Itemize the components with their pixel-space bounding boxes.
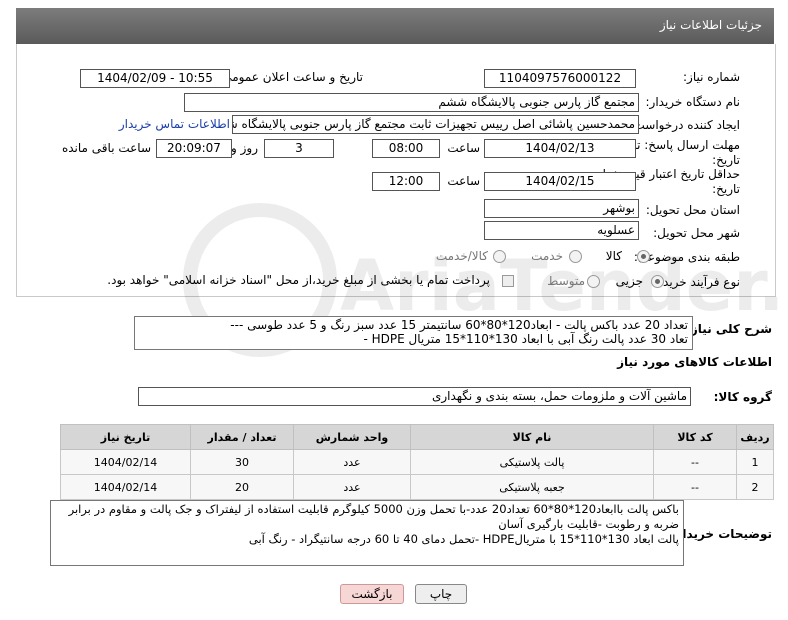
treasury-payment-checkbox[interactable]: [502, 275, 514, 287]
send-time-field: 08:00: [372, 139, 440, 158]
remaining-time-field: 20:09:07: [156, 139, 232, 158]
city-label: شهر محل تحویل:: [653, 226, 740, 240]
need-number-field: 1104097576000122: [484, 69, 636, 88]
items-table: ردیف کد کالا نام کالا واحد شمارش تعداد /…: [60, 424, 774, 500]
goods-group-field: ماشین آلات و ملزومات حمل، بسته بندی و نگ…: [138, 387, 691, 406]
category-option-service: خدمت: [531, 249, 563, 263]
cell-name: پالت پلاستیکی: [410, 449, 654, 475]
payment-note: پرداخت تمام یا بخشی از مبلغ خرید،از محل …: [107, 273, 490, 287]
remaining-time-label: ساعت باقی مانده: [61, 141, 151, 155]
category-radio-service[interactable]: [569, 250, 582, 263]
table-row: 2 -- جعبه پلاستیکی عدد 20 1404/02/14: [60, 474, 774, 500]
description-textarea: تعداد 20 عدد باکس پالت - ابعاد120*80*60 …: [134, 316, 693, 350]
cell-unit: عدد: [293, 474, 411, 500]
cell-date: 1404/02/14: [60, 449, 191, 475]
back-button[interactable]: بازگشت: [340, 584, 404, 604]
col-header-name: نام کالا: [410, 424, 654, 450]
process-radio-minor[interactable]: [651, 275, 664, 288]
cell-unit: عدد: [293, 449, 411, 475]
description-line-1: تعداد 20 عدد باکس پالت - ابعاد120*80*60 …: [230, 318, 688, 332]
process-label: نوع فرآیند خرید :: [655, 275, 740, 289]
buyer-notes-line-2: ضربه و رطوبت -قابلیت بارگیری آسان: [498, 517, 679, 531]
buyer-notes-label: توضیحات خریدار:: [670, 527, 772, 541]
cell-qty: 30: [190, 449, 294, 475]
table-row: 1 -- پالت پلاستیکی عدد 30 1404/02/14: [60, 449, 774, 475]
cell-date: 1404/02/14: [60, 474, 191, 500]
city-field: عسلویه: [484, 221, 639, 240]
buyer-notes-line-1: باکس پالت باابعاد120*80*60 تعداد20 عدد-ب…: [68, 502, 679, 516]
send-deadline-label: مهلت ارسال پاسخ: تا تاریخ:: [633, 138, 740, 167]
day-and-label: روز و: [231, 141, 258, 155]
announce-label: تاریخ و ساعت اعلان عمومی:: [218, 70, 363, 84]
cell-name: جعبه پلاستیکی: [410, 474, 654, 500]
creator-field: محمدحسین پاشائی اصل رییس تجهیزات ثابت مج…: [232, 115, 639, 134]
buyer-org-label: نام دستگاه خریدار:: [645, 95, 741, 109]
goods-info-title: اطلاعات کالاهای مورد نیاز: [617, 355, 772, 369]
need-number-label: شماره نیاز:: [683, 70, 740, 84]
category-option-goods: کالا: [605, 249, 622, 263]
buyer-notes-textarea: باکس پالت باابعاد120*80*60 تعداد20 عدد-ب…: [50, 500, 684, 566]
process-radio-medium[interactable]: [587, 275, 600, 288]
price-time-label: ساعت: [447, 174, 480, 188]
col-header-row: ردیف: [736, 424, 774, 450]
cell-row: 2: [736, 474, 774, 500]
buyer-org-field: مجتمع گاز پارس جنوبی پالایشگاه ششم: [184, 93, 639, 112]
creator-label: ایجاد کننده درخواست:: [629, 118, 740, 132]
province-label: استان محل تحویل:: [645, 203, 740, 217]
contact-info-link[interactable]: اطلاعات تماس خریدار: [119, 117, 230, 131]
cell-qty: 20: [190, 474, 294, 500]
process-option-medium: متوسط: [547, 274, 585, 288]
cell-row: 1: [736, 449, 774, 475]
send-time-label: ساعت: [447, 141, 480, 155]
days-field: 3: [264, 139, 334, 158]
col-header-code: کد کالا: [653, 424, 737, 450]
send-date-field: 1404/02/13: [484, 139, 636, 158]
col-header-qty: تعداد / مقدار: [190, 424, 294, 450]
cell-code: --: [653, 449, 737, 475]
buyer-notes-line-3: پالت ابعاد 130*110*15 با متریالHDPE -تحم…: [248, 532, 679, 546]
process-option-minor: جزیی: [615, 274, 643, 288]
page-title: جزئیات اطلاعات نیاز: [659, 18, 762, 32]
category-radio-goods-service[interactable]: [493, 250, 506, 263]
col-header-unit: واحد شمارش: [293, 424, 411, 450]
cell-code: --: [653, 474, 737, 500]
price-time-field: 12:00: [372, 172, 440, 191]
category-radio-goods[interactable]: [637, 250, 650, 263]
col-header-date: تاریخ نیاز: [60, 424, 191, 450]
announce-field: 1404/02/09 - 10:55: [80, 69, 230, 88]
page-header: جزئیات اطلاعات نیاز: [16, 8, 774, 44]
category-option-goods-service: کالا/خدمت: [435, 249, 488, 263]
province-field: بوشهر: [484, 199, 639, 218]
print-button[interactable]: چاپ: [415, 584, 467, 604]
description-label: شرح کلی نیاز:: [686, 322, 772, 336]
price-date-field: 1404/02/15: [484, 172, 636, 191]
description-line-2: تعاد 30 عدد پالت رنگ آبی با ابعاد 130*11…: [363, 332, 688, 346]
goods-group-label: گروه کالا:: [713, 390, 772, 404]
